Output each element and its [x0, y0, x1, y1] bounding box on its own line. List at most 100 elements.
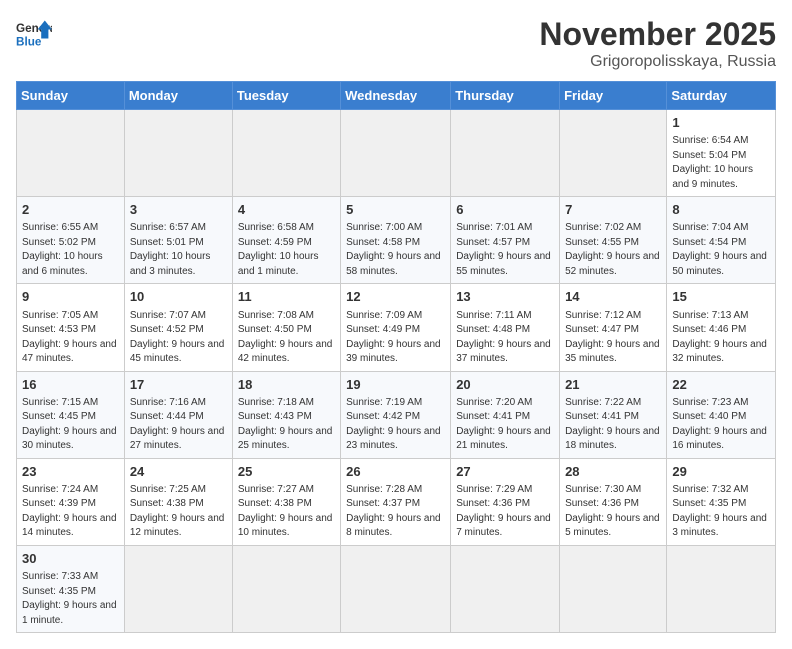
calendar: SundayMondayTuesdayWednesdayThursdayFrid… [16, 81, 776, 633]
cell-info: Sunrise: 7:08 AM Sunset: 4:50 PM Dayligh… [238, 309, 335, 367]
cell-info: Sunrise: 7:09 AM Sunset: 4:49 PM Dayligh… [346, 309, 445, 367]
calendar-cell: 2 Sunrise: 6:55 AM Sunset: 5:02 PM Daylig… [17, 197, 125, 284]
calendar-cell: 27Sunrise: 7:29 AM Sunset: 4:36 PM Dayli… [451, 458, 560, 545]
cell-info: Sunrise: 6:58 AM Sunset: 4:59 PM Dayligh… [238, 221, 335, 279]
calendar-cell: 26 Sunrise: 7:28 AM Sunset: 4:37 PM Dayli… [341, 458, 451, 545]
calendar-cell: 1Sunrise: 6:54 AM Sunset: 5:04 PM Daylig… [667, 110, 776, 197]
calendar-cell [232, 110, 340, 197]
calendar-cell: 14 Sunrise: 7:12 AM Sunset: 4:47 PM Dayli… [560, 284, 667, 371]
cell-info: Sunrise: 7:27 AM Sunset: 4:38 PM Dayligh… [238, 483, 335, 541]
calendar-cell [667, 545, 776, 632]
day-number: 19 [346, 376, 445, 394]
month-title: November 2025 [539, 16, 776, 53]
day-number: 9 [22, 288, 119, 306]
calendar-cell: 8 Sunrise: 7:04 AM Sunset: 4:54 PM Daylig… [667, 197, 776, 284]
day-number: 2 [22, 201, 119, 219]
logo: General Blue [16, 16, 52, 52]
calendar-cell: 24 Sunrise: 7:25 AM Sunset: 4:38 PM Dayli… [124, 458, 232, 545]
day-number: 7 [565, 201, 661, 219]
cell-info: Sunrise: 7:32 AM Sunset: 4:35 PM Dayligh… [672, 483, 770, 541]
calendar-cell: 28 Sunrise: 7:30 AM Sunset: 4:36 PM Dayli… [560, 458, 667, 545]
day-number: 14 [565, 288, 661, 306]
calendar-cell [560, 110, 667, 197]
day-number: 3 [130, 201, 227, 219]
cell-info: Sunrise: 7:00 AM Sunset: 4:58 PM Dayligh… [346, 221, 445, 279]
calendar-cell [451, 110, 560, 197]
calendar-cell: 29Sunrise: 7:32 AM Sunset: 4:35 PM Dayli… [667, 458, 776, 545]
calendar-cell: 4 Sunrise: 6:58 AM Sunset: 4:59 PM Daylig… [232, 197, 340, 284]
calendar-cell: 17 Sunrise: 7:16 AM Sunset: 4:44 PM Dayli… [124, 371, 232, 458]
cell-info: Sunrise: 6:55 AM Sunset: 5:02 PM Dayligh… [22, 221, 119, 279]
calendar-cell: 30Sunrise: 7:33 AM Sunset: 4:35 PM Dayli… [17, 545, 125, 632]
location-title: Grigoropolisskaya, Russia [539, 53, 776, 71]
cell-info: Sunrise: 7:29 AM Sunset: 4:36 PM Dayligh… [456, 483, 554, 541]
calendar-cell: 15Sunrise: 7:13 AM Sunset: 4:46 PM Dayli… [667, 284, 776, 371]
calendar-cell [341, 545, 451, 632]
cell-info: Sunrise: 6:57 AM Sunset: 5:01 PM Dayligh… [130, 221, 227, 279]
cell-info: Sunrise: 7:22 AM Sunset: 4:41 PM Dayligh… [565, 396, 661, 454]
calendar-cell: 19 Sunrise: 7:19 AM Sunset: 4:42 PM Dayli… [341, 371, 451, 458]
calendar-cell: 7 Sunrise: 7:02 AM Sunset: 4:55 PM Daylig… [560, 197, 667, 284]
logo-icon: General Blue [16, 16, 52, 52]
calendar-cell: 25 Sunrise: 7:27 AM Sunset: 4:38 PM Dayli… [232, 458, 340, 545]
cell-info: Sunrise: 7:25 AM Sunset: 4:38 PM Dayligh… [130, 483, 227, 541]
calendar-cell: 23 Sunrise: 7:24 AM Sunset: 4:39 PM Dayli… [17, 458, 125, 545]
day-number: 4 [238, 201, 335, 219]
calendar-cell [232, 545, 340, 632]
day-number: 17 [130, 376, 227, 394]
weekday-header: Saturday [667, 82, 776, 110]
calendar-cell: 20 Sunrise: 7:20 AM Sunset: 4:41 PM Dayli… [451, 371, 560, 458]
weekday-header: Thursday [451, 82, 560, 110]
cell-info: Sunrise: 7:11 AM Sunset: 4:48 PM Dayligh… [456, 309, 554, 367]
calendar-cell: 6Sunrise: 7:01 AM Sunset: 4:57 PM Daylig… [451, 197, 560, 284]
calendar-cell [451, 545, 560, 632]
day-number: 16 [22, 376, 119, 394]
calendar-cell: 12 Sunrise: 7:09 AM Sunset: 4:49 PM Dayli… [341, 284, 451, 371]
cell-info: Sunrise: 7:30 AM Sunset: 4:36 PM Dayligh… [565, 483, 661, 541]
calendar-cell [341, 110, 451, 197]
calendar-cell: 21 Sunrise: 7:22 AM Sunset: 4:41 PM Dayli… [560, 371, 667, 458]
cell-info: Sunrise: 7:20 AM Sunset: 4:41 PM Dayligh… [456, 396, 554, 454]
title-block: November 2025 Grigoropolisskaya, Russia [539, 16, 776, 71]
day-number: 24 [130, 463, 227, 481]
calendar-cell [124, 545, 232, 632]
cell-info: Sunrise: 7:19 AM Sunset: 4:42 PM Dayligh… [346, 396, 445, 454]
day-number: 23 [22, 463, 119, 481]
cell-info: Sunrise: 7:07 AM Sunset: 4:52 PM Dayligh… [130, 309, 227, 367]
weekday-header: Wednesday [341, 82, 451, 110]
calendar-header: SundayMondayTuesdayWednesdayThursdayFrid… [17, 82, 776, 110]
day-number: 28 [565, 463, 661, 481]
day-number: 15 [672, 288, 770, 306]
cell-info: Sunrise: 7:02 AM Sunset: 4:55 PM Dayligh… [565, 221, 661, 279]
cell-info: Sunrise: 7:04 AM Sunset: 4:54 PM Dayligh… [672, 221, 770, 279]
svg-text:Blue: Blue [16, 36, 42, 49]
day-number: 20 [456, 376, 554, 394]
cell-info: Sunrise: 7:33 AM Sunset: 4:35 PM Dayligh… [22, 570, 119, 628]
header: General Blue November 2025 Grigoropoliss… [16, 16, 776, 71]
calendar-cell: 3 Sunrise: 6:57 AM Sunset: 5:01 PM Daylig… [124, 197, 232, 284]
cell-info: Sunrise: 7:16 AM Sunset: 4:44 PM Dayligh… [130, 396, 227, 454]
calendar-cell: 22Sunrise: 7:23 AM Sunset: 4:40 PM Dayli… [667, 371, 776, 458]
day-number: 8 [672, 201, 770, 219]
cell-info: Sunrise: 7:12 AM Sunset: 4:47 PM Dayligh… [565, 309, 661, 367]
calendar-cell [124, 110, 232, 197]
cell-info: Sunrise: 7:23 AM Sunset: 4:40 PM Dayligh… [672, 396, 770, 454]
weekday-header: Sunday [17, 82, 125, 110]
cell-info: Sunrise: 7:05 AM Sunset: 4:53 PM Dayligh… [22, 309, 119, 367]
day-number: 21 [565, 376, 661, 394]
cell-info: Sunrise: 7:18 AM Sunset: 4:43 PM Dayligh… [238, 396, 335, 454]
day-number: 12 [346, 288, 445, 306]
cell-info: Sunrise: 7:24 AM Sunset: 4:39 PM Dayligh… [22, 483, 119, 541]
day-number: 25 [238, 463, 335, 481]
calendar-cell [560, 545, 667, 632]
day-number: 5 [346, 201, 445, 219]
day-number: 26 [346, 463, 445, 481]
calendar-cell [17, 110, 125, 197]
weekday-header: Friday [560, 82, 667, 110]
calendar-cell: 18 Sunrise: 7:18 AM Sunset: 4:43 PM Dayli… [232, 371, 340, 458]
weekday-header: Monday [124, 82, 232, 110]
cell-info: Sunrise: 7:28 AM Sunset: 4:37 PM Dayligh… [346, 483, 445, 541]
cell-info: Sunrise: 6:54 AM Sunset: 5:04 PM Dayligh… [672, 134, 770, 192]
day-number: 18 [238, 376, 335, 394]
calendar-cell: 16Sunrise: 7:15 AM Sunset: 4:45 PM Dayli… [17, 371, 125, 458]
